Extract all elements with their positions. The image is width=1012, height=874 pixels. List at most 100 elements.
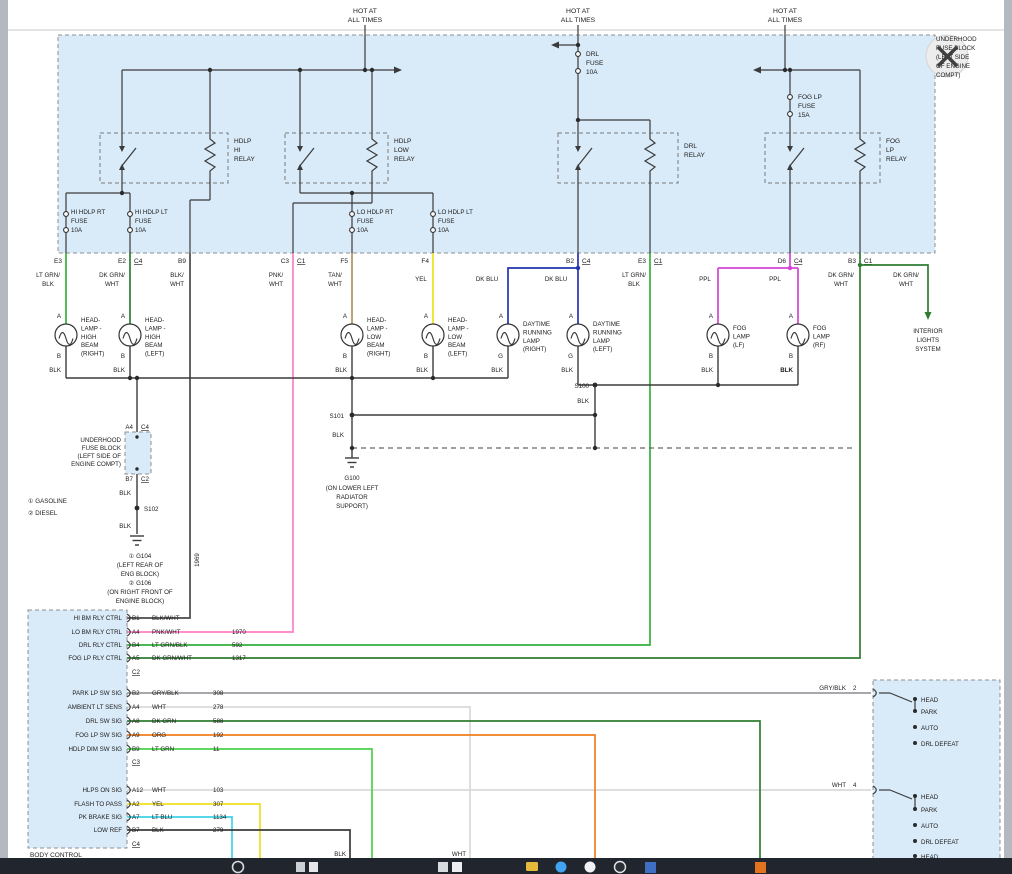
svg-text:S101: S101 [330,413,345,420]
svg-text:HDLP: HDLP [234,138,251,145]
svg-text:BLK: BLK [335,367,348,374]
svg-text:15A: 15A [798,112,810,119]
svg-text:(LEFT SIDE OF: (LEFT SIDE OF [77,453,121,460]
svg-text:10A: 10A [438,227,450,234]
svg-text:10A: 10A [357,227,369,234]
svg-text:308: 308 [213,690,224,697]
svg-text:LO HDLP RT: LO HDLP RT [357,209,393,216]
svg-text:HEAD: HEAD [921,794,939,801]
svg-text:UNDERHOOD: UNDERHOOD [936,36,977,43]
taskbar-icon-browser[interactable] [556,862,567,873]
taskbar-icon-app5[interactable] [585,862,596,873]
bottom-label-wht: WHT [452,851,466,858]
svg-text:YEL: YEL [152,801,164,808]
svg-text:(LEFT REAR OF: (LEFT REAR OF [117,562,164,569]
svg-text:LT GRN/: LT GRN/ [622,272,646,279]
svg-text:LO BM RLY CTRL: LO BM RLY CTRL [72,629,123,636]
svg-text:ENG BLOCK): ENG BLOCK) [121,571,159,578]
svg-text:HI HDLP LT: HI HDLP LT [135,209,168,216]
svg-text:WHT: WHT [328,281,342,288]
left-gutter [0,0,8,874]
svg-text:FUSE: FUSE [135,218,152,225]
svg-text:HDLP DIM SW SIG: HDLP DIM SW SIG [68,746,122,753]
exit-conn: C1 [297,258,306,265]
svg-text:BLK: BLK [416,367,429,374]
svg-text:DK GRN: DK GRN [152,718,176,725]
svg-text:C2: C2 [132,669,140,676]
taskbar-icon-folder[interactable] [526,862,538,871]
exit-conn: C4 [794,258,803,265]
svg-text:G100: G100 [344,475,360,482]
svg-text:WHT: WHT [834,281,848,288]
exit-conn: C4 [134,258,143,265]
svg-text:C3: C3 [132,759,140,766]
taskbar[interactable] [0,858,1012,874]
taskbar-icon-app4[interactable] [452,862,462,872]
svg-text:LT BLU: LT BLU [152,814,172,821]
junction [350,191,354,195]
svg-text:BLK: BLK [780,367,793,374]
svg-text:192: 192 [213,732,224,739]
svg-text:SYSTEM: SYSTEM [915,346,940,353]
svg-text:PPL: PPL [769,276,781,283]
svg-text:S102: S102 [144,506,159,513]
svg-text:ALL TIMES: ALL TIMES [348,17,383,24]
svg-text:B7: B7 [125,476,133,483]
svg-text:RELAY: RELAY [394,156,415,163]
svg-text:PARK LP SW SIG: PARK LP SW SIG [72,690,122,697]
junction [120,191,124,195]
exit-pin: E3 [638,258,646,265]
svg-text:LT GRN/BLK: LT GRN/BLK [152,642,188,649]
taskbar-icon-app3[interactable] [438,862,448,872]
svg-text:DRL DEFEAT: DRL DEFEAT [921,741,959,748]
taskbar-icon-app2[interactable] [309,862,318,872]
svg-text:SUPPORT): SUPPORT) [336,503,368,510]
svg-text:BLK: BLK [491,367,504,374]
svg-text:1134: 1134 [213,814,227,821]
svg-text:WHT: WHT [152,704,166,711]
taskbar-icon-app1[interactable] [296,862,305,872]
svg-text:BLK: BLK [119,490,132,497]
svg-text:BLK: BLK [49,367,62,374]
interior-lights-system: INTERIOR LIGHTS SYSTEM [913,328,943,353]
svg-text:② G106: ② G106 [129,580,152,587]
svg-text:YEL: YEL [415,276,427,283]
svg-text:10A: 10A [586,69,598,76]
taskbar-icon-app7[interactable] [645,862,656,873]
right-gutter [1004,0,1012,874]
svg-text:DK GRN/WHT: DK GRN/WHT [152,655,192,662]
junction [858,263,862,267]
svg-text:DK GRN/: DK GRN/ [828,272,854,279]
svg-text:HOT AT: HOT AT [353,8,377,15]
svg-text:(ON RIGHT FRONT OF: (ON RIGHT FRONT OF [107,589,173,596]
svg-text:WHT: WHT [105,281,119,288]
taskbar-icon-app6[interactable] [615,862,626,873]
taskbar-icon-app8[interactable] [755,862,766,873]
svg-text:DRL: DRL [684,143,697,150]
svg-text:INTERIOR: INTERIOR [913,328,943,335]
svg-text:A7: A7 [132,814,140,821]
svg-text:DK GRN/: DK GRN/ [99,272,125,279]
svg-text:A2: A2 [132,801,140,808]
svg-text:B: B [789,353,793,360]
svg-text:RADIATOR: RADIATOR [336,494,368,501]
svg-text:DRL SW SIG: DRL SW SIG [86,718,122,725]
svg-text:A4: A4 [125,424,133,431]
svg-text:FOG LP SW SIG: FOG LP SW SIG [75,732,122,739]
svg-text:C4: C4 [141,424,149,431]
svg-text:G: G [498,353,503,360]
svg-text:B9: B9 [132,746,140,753]
svg-text:FUSE: FUSE [357,218,374,225]
svg-text:FOG LP: FOG LP [798,94,822,101]
svg-text:ALL TIMES: ALL TIMES [768,17,803,24]
svg-text:WHT: WHT [832,782,846,789]
svg-text:HI BM RLY CTRL: HI BM RLY CTRL [74,615,123,622]
svg-text:11: 11 [213,746,220,753]
exit-pin: F5 [340,258,348,265]
circuit-number-1969: 1969 [194,553,201,567]
svg-text:A4: A4 [132,704,140,711]
svg-text:BLK: BLK [332,432,345,439]
svg-text:FUSE: FUSE [71,218,88,225]
svg-text:B: B [121,353,125,360]
svg-text:FUSE: FUSE [586,60,604,67]
